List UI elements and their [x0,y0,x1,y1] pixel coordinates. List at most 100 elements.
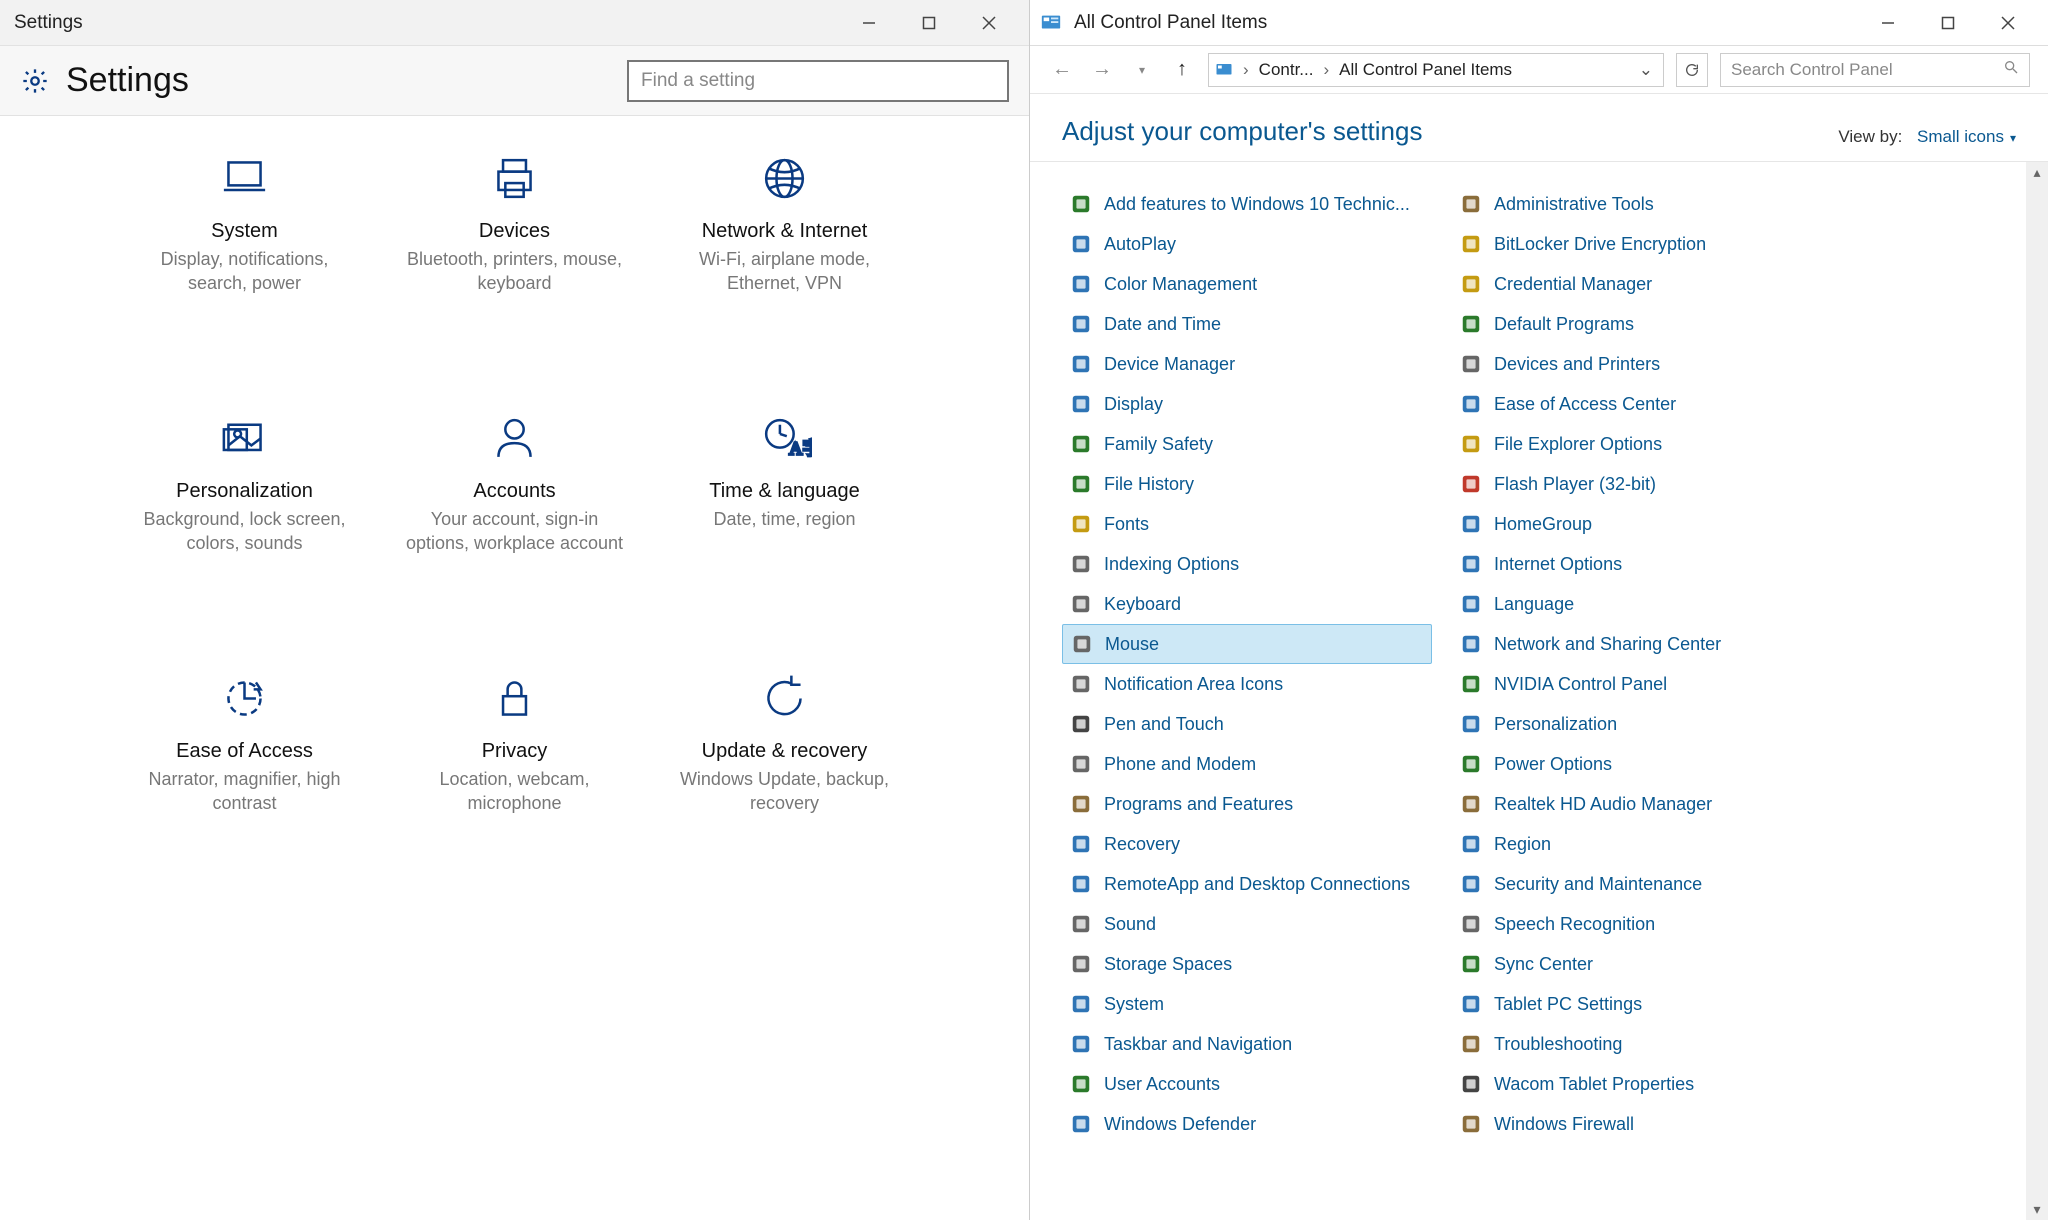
cp-item-realtek-hd-audio-manager[interactable]: Realtek HD Audio Manager [1452,784,1822,824]
tile-subtitle: Background, lock screen, colors, sounds [130,507,360,556]
cp-item-personalization[interactable]: Personalization [1452,704,1822,744]
cp-item-label: Device Manager [1104,354,1235,375]
cp-item-ease-of-access-center[interactable]: Ease of Access Center [1452,384,1822,424]
cp-item-family-safety[interactable]: Family Safety [1062,424,1432,464]
breadcrumb-current[interactable]: All Control Panel Items [1339,60,1512,80]
cp-item-security-and-maintenance[interactable]: Security and Maintenance [1452,864,1822,904]
cp-item-region[interactable]: Region [1452,824,1822,864]
tile-label: Time & language [709,480,859,503]
cp-item-storage-spaces[interactable]: Storage Spaces [1062,944,1432,984]
cp-item-label: RemoteApp and Desktop Connections [1104,874,1410,895]
up-button[interactable]: ↑ [1168,56,1196,84]
chevron-right-icon[interactable]: › [1243,60,1249,80]
cp-item-system[interactable]: System [1062,984,1432,1024]
cp-item-default-programs[interactable]: Default Programs [1452,304,1822,344]
recent-dropdown-icon[interactable]: ▾ [1128,56,1156,84]
settings-titlebar[interactable]: Settings [0,0,1029,46]
tile-label: Ease of Access [176,740,313,763]
cp-item-pen-and-touch[interactable]: Pen and Touch [1062,704,1432,744]
cp-item-windows-firewall[interactable]: Windows Firewall [1452,1104,1822,1144]
tile-label: Network & Internet [702,220,868,243]
minimize-button[interactable] [1858,4,1918,42]
control-panel-search-box[interactable] [1720,53,2030,87]
cp-item-administrative-tools[interactable]: Administrative Tools [1452,184,1822,224]
cp-item-recovery[interactable]: Recovery [1062,824,1432,864]
recovery-icon [1070,833,1092,855]
cp-item-power-options[interactable]: Power Options [1452,744,1822,784]
scroll-up-icon[interactable]: ▴ [2033,164,2040,181]
cp-item-speech-recognition[interactable]: Speech Recognition [1452,904,1822,944]
minimize-button[interactable] [839,4,899,42]
cp-item-color-management[interactable]: Color Management [1062,264,1432,304]
cp-item-programs-and-features[interactable]: Programs and Features [1062,784,1432,824]
control-panel-titlebar[interactable]: All Control Panel Items [1030,0,2048,46]
tile-update[interactable]: Update & recovery Windows Update, backup… [650,671,920,891]
cp-item-user-accounts[interactable]: User Accounts [1062,1064,1432,1104]
cp-item-credential-manager[interactable]: Credential Manager [1452,264,1822,304]
cp-item-fonts[interactable]: Fonts [1062,504,1432,544]
cp-item-label: Color Management [1104,274,1257,295]
cp-item-network-and-sharing-center[interactable]: Network and Sharing Center [1452,624,1822,664]
cp-item-device-manager[interactable]: Device Manager [1062,344,1432,384]
tile-privacy[interactable]: Privacy Location, webcam, microphone [380,671,650,891]
settings-search-box[interactable] [627,60,1009,102]
tile-network[interactable]: Network & Internet Wi-Fi, airplane mode,… [650,151,920,371]
cp-item-devices-and-printers[interactable]: Devices and Printers [1452,344,1822,384]
tile-accounts[interactable]: Accounts Your account, sign-in options, … [380,411,650,631]
tray-icon [1070,673,1092,695]
cp-item-windows-defender[interactable]: Windows Defender [1062,1104,1432,1144]
cp-item-mouse[interactable]: Mouse [1062,624,1432,664]
cp-item-date-and-time[interactable]: Date and Time [1062,304,1432,344]
cp-item-sound[interactable]: Sound [1062,904,1432,944]
tile-ease[interactable]: Ease of Access Narrator, magnifier, high… [110,671,380,891]
sync-icon [757,671,812,726]
cp-item-keyboard[interactable]: Keyboard [1062,584,1432,624]
cp-item-label: Region [1494,834,1551,855]
tile-personalization[interactable]: Personalization Background, lock screen,… [110,411,380,631]
cp-item-tablet-pc-settings[interactable]: Tablet PC Settings [1452,984,1822,1024]
viewby-dropdown[interactable]: Small icons▾ [1917,127,2016,146]
cp-item-taskbar-and-navigation[interactable]: Taskbar and Navigation [1062,1024,1432,1064]
scrollbar[interactable]: ▴ ▾ [2026,162,2048,1220]
cp-item-homegroup[interactable]: HomeGroup [1452,504,1822,544]
control-panel-search-input[interactable] [1731,60,1997,80]
address-dropdown-icon[interactable]: ⌄ [1635,60,1657,80]
cp-item-bitlocker-drive-encryption[interactable]: BitLocker Drive Encryption [1452,224,1822,264]
close-button[interactable] [1978,4,2038,42]
cp-item-indexing-options[interactable]: Indexing Options [1062,544,1432,584]
tile-time[interactable]: A字 Time & language Date, time, region [650,411,920,631]
cp-item-display[interactable]: Display [1062,384,1432,424]
breadcrumb-root[interactable]: Contr... [1259,60,1314,80]
cp-item-remoteapp-and-desktop-connections[interactable]: RemoteApp and Desktop Connections [1062,864,1432,904]
cp-item-autoplay[interactable]: AutoPlay [1062,224,1432,264]
cp-item-file-history[interactable]: File History [1062,464,1432,504]
settings-search-input[interactable] [641,70,995,92]
cp-item-wacom-tablet-properties[interactable]: Wacom Tablet Properties [1452,1064,1822,1104]
tile-label: Accounts [473,480,555,503]
cp-item-nvidia-control-panel[interactable]: NVIDIA Control Panel [1452,664,1822,704]
cp-item-troubleshooting[interactable]: Troubleshooting [1452,1024,1822,1064]
cp-item-label: Internet Options [1494,554,1622,575]
forward-button[interactable]: → [1088,56,1116,84]
close-button[interactable] [959,4,1019,42]
cp-item-language[interactable]: Language [1452,584,1822,624]
windows-flag-icon [1070,193,1092,215]
cp-item-add-features-to-windows-10-technic[interactable]: Add features to Windows 10 Technic... [1062,184,1432,224]
cp-item-flash-player-32-bit[interactable]: Flash Player (32-bit) [1452,464,1822,504]
scroll-down-icon[interactable]: ▾ [2033,1201,2040,1218]
cp-item-file-explorer-options[interactable]: File Explorer Options [1452,424,1822,464]
cp-item-phone-and-modem[interactable]: Phone and Modem [1062,744,1432,784]
viewby-label: View by: [1838,127,1902,146]
cp-item-internet-options[interactable]: Internet Options [1452,544,1822,584]
maximize-button[interactable] [1918,4,1978,42]
tile-system[interactable]: System Display, notifications, search, p… [110,151,380,371]
gear-icon [20,66,50,96]
cp-item-sync-center[interactable]: Sync Center [1452,944,1822,984]
refresh-button[interactable] [1676,53,1708,87]
chevron-right-icon[interactable]: › [1323,60,1329,80]
maximize-button[interactable] [899,4,959,42]
back-button[interactable]: ← [1048,56,1076,84]
tile-devices[interactable]: Devices Bluetooth, printers, mouse, keyb… [380,151,650,371]
address-bar[interactable]: › Contr... › All Control Panel Items ⌄ [1208,53,1664,87]
cp-item-notification-area-icons[interactable]: Notification Area Icons [1062,664,1432,704]
